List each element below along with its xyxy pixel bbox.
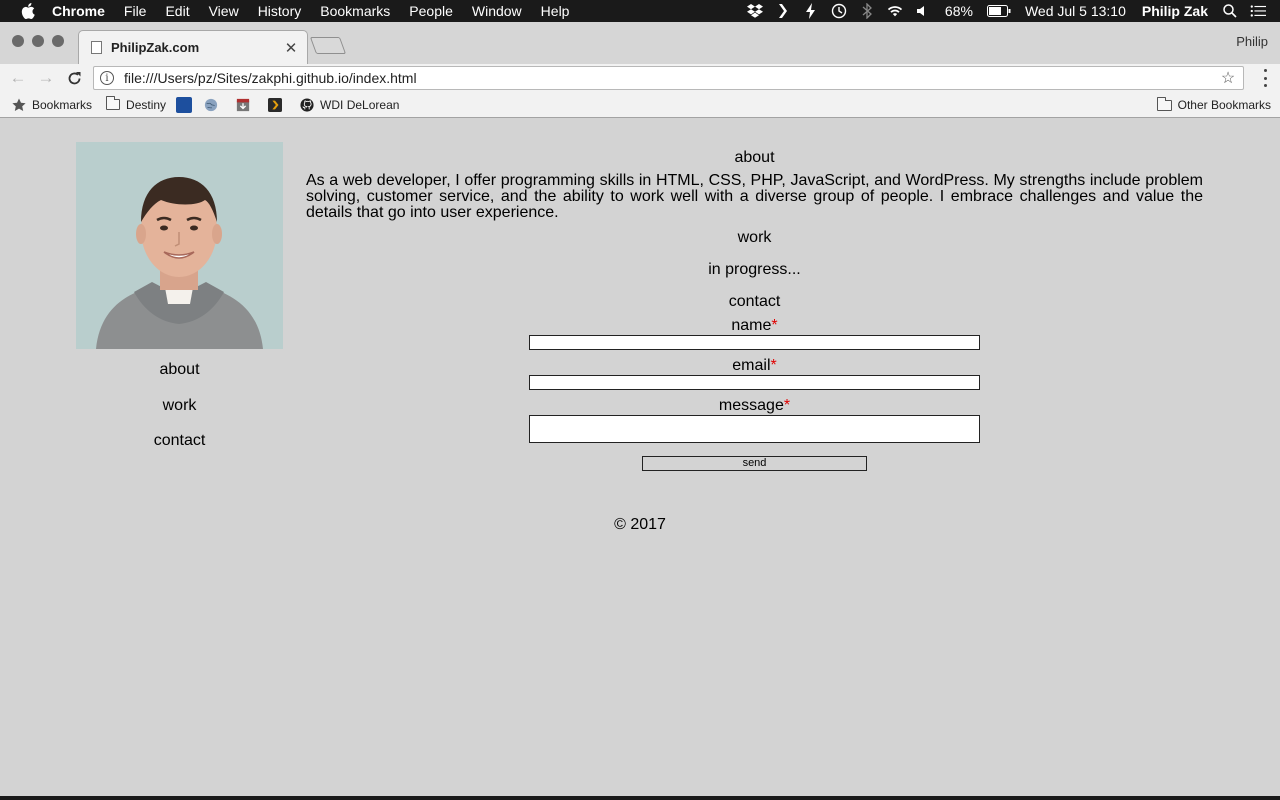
tab-philipzak[interactable]: PhilipZak.com ✕ xyxy=(78,30,308,64)
arrow-icon[interactable] xyxy=(775,3,791,19)
copyright-footer: © 2017 xyxy=(614,516,666,533)
bookmark-star-icon[interactable]: ☆ xyxy=(1219,68,1237,88)
battery-percent: 68% xyxy=(944,3,973,19)
bookmark-globe[interactable] xyxy=(204,98,224,112)
bookmark-weather-channel[interactable] xyxy=(176,96,193,113)
menu-people[interactable]: People xyxy=(409,3,453,19)
new-tab-button[interactable] xyxy=(309,37,347,54)
forward-arrow-icon[interactable]: → xyxy=(37,68,55,87)
sidebar: about work contact xyxy=(76,142,283,450)
page-viewport: about work contact about As a web develo… xyxy=(0,119,1280,796)
bookmark-download[interactable] xyxy=(236,98,256,112)
folder-icon xyxy=(106,96,121,112)
about-heading: about xyxy=(734,149,775,166)
more-menu-icon[interactable] xyxy=(1262,69,1268,87)
name-label: name* xyxy=(306,317,1203,335)
github-icon xyxy=(300,97,314,112)
browser-toolbar: ← → i file:///Users/pz/Sites/zakphi.gith… xyxy=(0,64,1280,92)
work-status-text: in progress... xyxy=(708,261,801,278)
required-marker: * xyxy=(783,397,791,414)
menu-view[interactable]: View xyxy=(209,3,239,19)
folder-icon xyxy=(1156,96,1172,112)
zoom-window-button[interactable] xyxy=(52,35,64,47)
globe-icon xyxy=(204,98,218,112)
menu-bar: Chrome File Edit View History Bookmarks … xyxy=(0,0,1280,22)
clock[interactable]: Wed Jul 5 13:10 xyxy=(1025,3,1126,19)
bookmark-label: Bookmarks xyxy=(32,97,93,112)
back-arrow-icon[interactable]: ← xyxy=(9,68,27,87)
message-label-text: message xyxy=(718,397,784,414)
email-input[interactable] xyxy=(529,375,980,390)
sidebar-link-work[interactable]: work xyxy=(76,397,283,415)
menu-history[interactable]: History xyxy=(258,3,302,19)
required-marker: * xyxy=(771,317,778,334)
user-name[interactable]: Philip Zak xyxy=(1142,3,1208,19)
bluetooth-icon[interactable] xyxy=(859,3,875,19)
menu-bookmarks[interactable]: Bookmarks xyxy=(320,3,390,19)
bookmark-other-bookmarks[interactable]: Other Bookmarks xyxy=(1156,96,1271,112)
star-icon xyxy=(12,98,26,112)
name-label-text: name xyxy=(731,317,772,334)
name-input[interactable] xyxy=(529,335,980,350)
about-paragraph: As a web developer, I offer programming … xyxy=(306,172,1203,221)
plex-icon xyxy=(268,97,283,112)
spotlight-icon[interactable] xyxy=(1222,3,1238,19)
bookmark-wdi-delorean[interactable]: WDI DeLorean xyxy=(300,98,399,112)
wifi-icon[interactable] xyxy=(887,3,903,19)
screen-bottom-edge xyxy=(0,796,1280,800)
bookmarks-bar: Bookmarks Destiny WDI DeLorean Other Boo… xyxy=(0,92,1280,118)
bolt-icon[interactable] xyxy=(803,3,819,19)
sidebar-link-contact[interactable]: contact xyxy=(76,432,283,450)
status-menus: 68% Wed Jul 5 13:10 Philip Zak xyxy=(741,0,1280,22)
work-heading: work xyxy=(737,229,772,246)
close-tab-icon[interactable]: ✕ xyxy=(283,39,299,57)
main-content: about As a web developer, I offer progra… xyxy=(306,149,1203,471)
weather-channel-icon xyxy=(176,96,193,113)
bookmark-destiny[interactable]: Destiny xyxy=(106,96,167,112)
info-icon[interactable]: i xyxy=(100,71,114,85)
contact-form: name* email* message* send xyxy=(306,317,1203,471)
page-icon xyxy=(91,41,102,54)
volume-icon[interactable] xyxy=(915,3,931,19)
send-button[interactable]: send xyxy=(642,456,867,471)
profile-button[interactable]: Philip xyxy=(1236,34,1268,49)
bookmark-label: WDI DeLorean xyxy=(320,97,400,112)
bookmark-plex[interactable] xyxy=(268,97,288,112)
menu-window[interactable]: Window xyxy=(472,3,522,19)
bookmark-label: Other Bookmarks xyxy=(1177,98,1271,112)
url-text[interactable]: file:///Users/pz/Sites/zakphi.github.io/… xyxy=(124,70,1219,86)
email-label: email* xyxy=(306,357,1203,375)
apple-icon[interactable] xyxy=(18,3,38,19)
email-label-text: email xyxy=(732,357,771,374)
dropbox-icon[interactable] xyxy=(746,3,763,19)
message-label: message* xyxy=(306,397,1203,415)
menu-app-chrome[interactable]: Chrome xyxy=(52,3,105,19)
contact-heading: contact xyxy=(728,293,781,310)
profile-photo xyxy=(76,142,283,349)
menu-edit[interactable]: Edit xyxy=(165,3,189,19)
sidebar-link-about[interactable]: about xyxy=(76,361,283,379)
menu-file[interactable]: File xyxy=(124,3,147,19)
close-window-button[interactable] xyxy=(12,35,24,47)
portrait-image xyxy=(76,142,283,349)
notification-center-icon[interactable] xyxy=(1250,3,1266,19)
bookmark-label: Destiny xyxy=(126,97,167,112)
reload-icon[interactable] xyxy=(65,69,83,87)
bookmark-bookmarks[interactable]: Bookmarks xyxy=(12,98,92,112)
tab-strip: PhilipZak.com ✕ Philip xyxy=(0,22,1280,64)
download-icon xyxy=(236,98,250,112)
required-marker: * xyxy=(770,357,777,374)
battery-icon[interactable] xyxy=(986,3,1011,19)
tab-title: PhilipZak.com xyxy=(111,40,200,55)
minimize-window-button[interactable] xyxy=(32,35,44,47)
menu-help[interactable]: Help xyxy=(541,3,570,19)
message-textarea[interactable] xyxy=(529,415,980,443)
address-bar[interactable]: i file:///Users/pz/Sites/zakphi.github.i… xyxy=(93,66,1244,90)
time-machine-icon[interactable] xyxy=(831,3,847,19)
